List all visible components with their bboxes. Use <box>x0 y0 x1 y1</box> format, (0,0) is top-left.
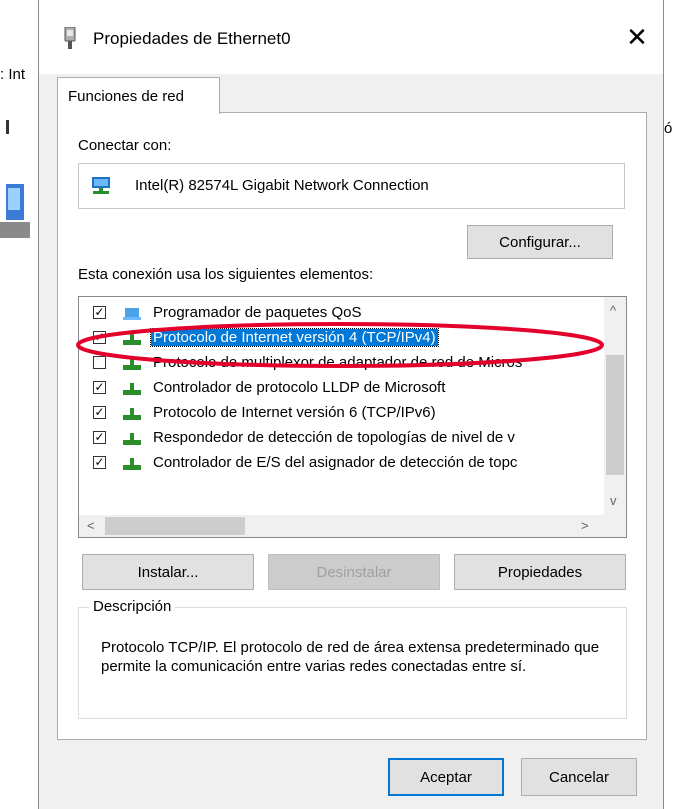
list-item-label: Controlador de E/S del asignador de dete… <box>153 454 518 471</box>
protocol-icon <box>123 383 141 395</box>
checkbox[interactable]: ✓ <box>93 406 106 419</box>
close-button[interactable]: ✕ <box>611 14 663 60</box>
list-item[interactable]: ✓ Programador de paquetes QoS <box>79 301 605 326</box>
network-icon <box>0 184 30 238</box>
checkbox[interactable] <box>93 356 106 369</box>
install-button[interactable]: Instalar... <box>82 554 254 590</box>
scroll-up-icon[interactable]: ^ <box>610 303 616 318</box>
network-adapter-icon <box>92 177 110 194</box>
vertical-scroll-thumb[interactable] <box>606 355 624 475</box>
connect-with-label: Conectar con: <box>78 137 172 154</box>
uninstall-button[interactable]: Desinstalar <box>268 554 440 590</box>
cancel-button[interactable]: Cancelar <box>521 758 637 796</box>
list-item-label: Respondedor de detección de topologías d… <box>153 429 515 446</box>
close-icon: ✕ <box>626 21 648 52</box>
scroll-left-icon[interactable]: < <box>87 518 95 533</box>
properties-button[interactable]: Propiedades <box>454 554 626 590</box>
background-partial-text-right: ó <box>664 120 673 137</box>
protocol-icon <box>123 408 141 420</box>
horizontal-scrollbar[interactable]: < > <box>79 515 626 537</box>
title-bar: Propiedades de Ethernet0 ✕ <box>39 0 663 74</box>
tab-panel: Conectar con: Intel(R) 82574L Gigabit Ne… <box>57 112 647 740</box>
list-item-label: Protocolo de Internet versión 6 (TCP/IPv… <box>153 404 436 421</box>
checkbox[interactable]: ✓ <box>93 431 106 444</box>
list-item[interactable]: ✓ Protocolo de Internet versión 4 (TCP/IP… <box>79 326 605 351</box>
horizontal-scroll-thumb[interactable] <box>105 517 245 535</box>
tab-funciones-de-red[interactable]: Funciones de red <box>57 77 220 114</box>
protocol-icon <box>123 358 141 370</box>
list-item-label: Programador de paquetes QoS <box>153 304 362 321</box>
description-text: Protocolo TCP/IP. El protocolo de red de… <box>101 639 600 675</box>
scroll-right-icon[interactable]: > <box>581 518 589 533</box>
protocol-icon <box>123 333 141 345</box>
list-item[interactable]: Protocolo de multiplexor de adaptador de… <box>79 351 605 376</box>
adapter-field: Intel(R) 82574L Gigabit Network Connecti… <box>78 163 625 209</box>
checkbox[interactable]: ✓ <box>93 381 106 394</box>
list-item-label: Protocolo de Internet versión 4 (TCP/IPv… <box>150 328 439 347</box>
description-group: Descripción Protocolo TCP/IP. El protoco… <box>78 598 627 719</box>
list-item[interactable]: ✓ Controlador de E/S del asignador de det… <box>79 451 605 476</box>
ok-button[interactable]: Aceptar <box>388 758 504 796</box>
configure-button[interactable]: Configurar... <box>467 225 613 259</box>
items-label: Esta conexión usa los siguientes element… <box>78 266 374 283</box>
checkbox[interactable]: ✓ <box>93 331 106 344</box>
checkbox[interactable]: ✓ <box>93 306 106 319</box>
list-item-label: Protocolo de multiplexor de adaptador de… <box>153 354 523 371</box>
protocol-icon <box>123 458 141 470</box>
adapter-name: Intel(R) 82574L Gigabit Network Connecti… <box>135 177 429 194</box>
components-list[interactable]: ^ v < > ✓ Programador de paquetes QoS ✓ Pro… <box>78 296 627 538</box>
network-client-icon <box>123 308 141 320</box>
scroll-down-icon[interactable]: v <box>610 493 617 508</box>
protocol-icon <box>123 433 141 445</box>
checkbox[interactable]: ✓ <box>93 456 106 469</box>
ethernet-properties-dialog: Propiedades de Ethernet0 ✕ Funciones de … <box>38 0 664 809</box>
background-partial-text: : Int <box>0 66 26 83</box>
background-divider <box>6 120 9 134</box>
description-legend: Descripción <box>89 598 176 615</box>
list-item-label: Controlador de protocolo LLDP de Microso… <box>153 379 446 396</box>
list-item[interactable]: ✓ Controlador de protocolo LLDP de Micros… <box>79 376 605 401</box>
dialog-title: Propiedades de Ethernet0 <box>93 29 291 48</box>
tab-label: Funciones de red <box>68 88 184 105</box>
list-item[interactable]: ✓ Protocolo de Internet versión 6 (TCP/IP… <box>79 401 605 426</box>
list-item[interactable]: ✓ Respondedor de detección de topologías … <box>79 426 605 451</box>
ethernet-adapter-icon <box>64 27 76 49</box>
vertical-scrollbar[interactable]: ^ v <box>604 297 626 515</box>
